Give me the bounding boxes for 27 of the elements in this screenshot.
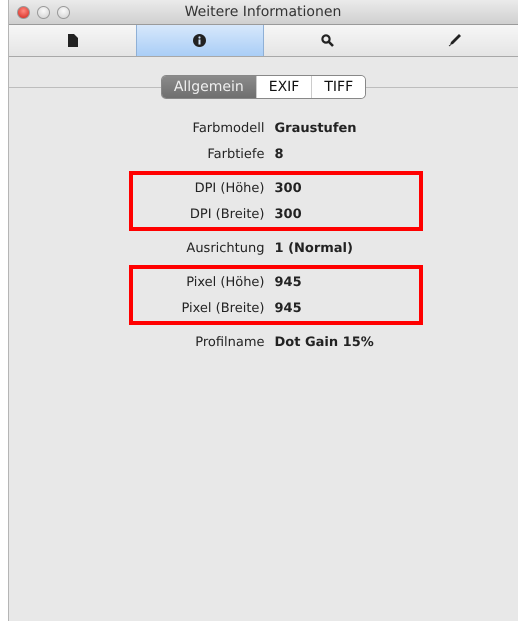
search-icon — [320, 34, 334, 47]
property-label: Ausrichtung — [185, 240, 264, 256]
toolbar-tab[interactable] — [136, 25, 264, 56]
property-label: Farbtiefe — [206, 146, 264, 162]
property-value: Dot Gain 15% — [274, 334, 375, 350]
property-value: 945 — [274, 300, 303, 316]
info-icon — [193, 34, 206, 47]
property-value: 945 — [274, 274, 303, 290]
zoom-button[interactable] — [57, 6, 70, 18]
property-label: DPI (Breite) — [188, 206, 264, 222]
window-title: Weitere Informationen — [184, 4, 342, 20]
property-label: Pixel (Höhe) — [185, 274, 264, 290]
property-value: 8 — [274, 146, 285, 162]
property-value: 300 — [274, 206, 303, 222]
property-label: Farbmodell — [192, 120, 264, 136]
document-icon — [68, 34, 78, 47]
property-label: Profilname — [194, 334, 264, 350]
segment-tab[interactable]: Allgemein — [162, 76, 256, 98]
property-value: 1 (Normal) — [274, 240, 354, 256]
close-button[interactable] — [17, 6, 30, 18]
minimize-button[interactable] — [37, 6, 50, 18]
property-value: Graustufen — [274, 120, 358, 136]
segment-tab[interactable]: TIFF — [311, 76, 366, 98]
property-label: Pixel (Breite) — [180, 300, 264, 316]
property-label: DPI (Höhe) — [194, 180, 264, 196]
property-value: 300 — [274, 180, 303, 196]
pencil-icon — [448, 34, 461, 47]
